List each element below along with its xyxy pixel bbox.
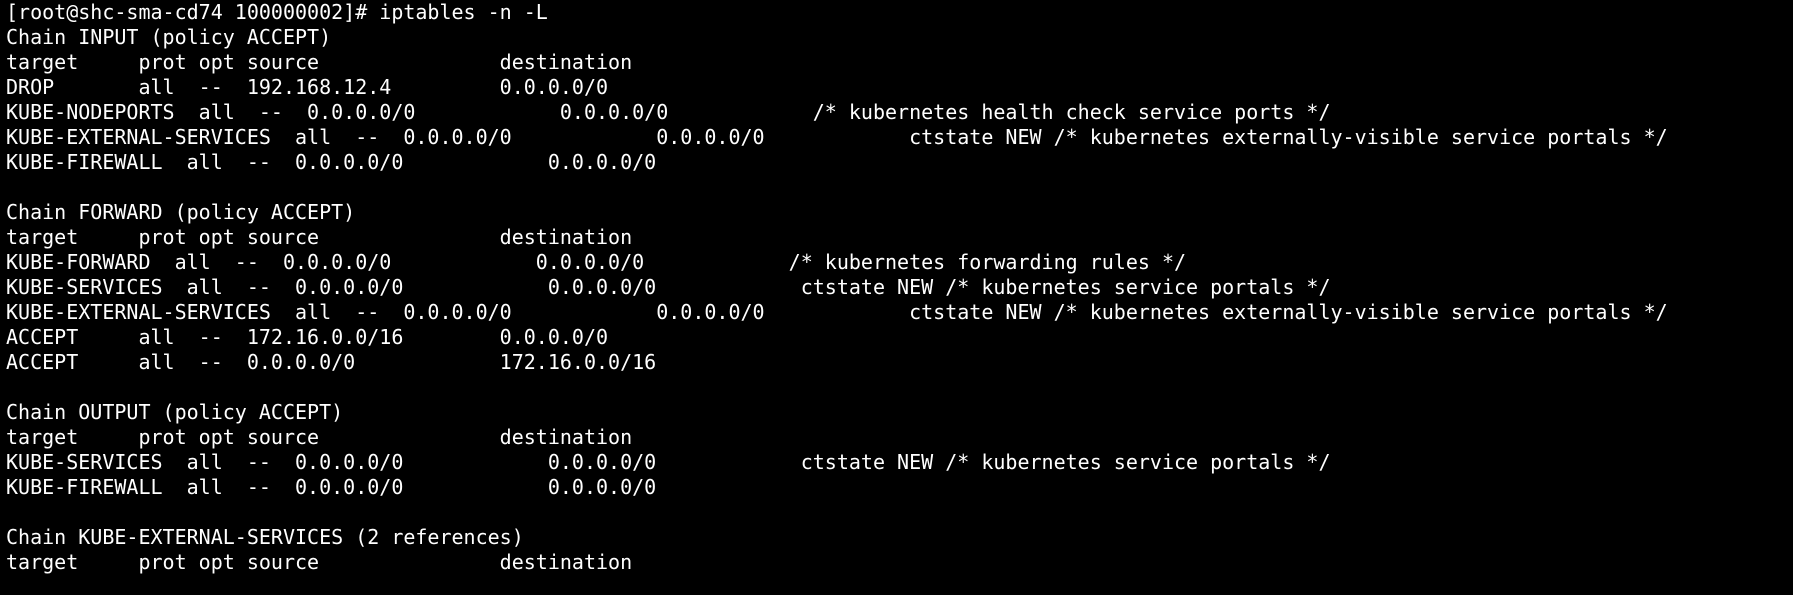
terminal-window[interactable]: [root@shc-sma-cd74 100000002]# iptables … bbox=[0, 0, 1793, 595]
rule-line: KUBE-FIREWALL all -- 0.0.0.0/0 0.0.0.0/0 bbox=[6, 150, 657, 174]
rule-line: KUBE-SERVICES all -- 0.0.0.0/0 0.0.0.0/0… bbox=[6, 275, 1331, 299]
column-header-line: target prot opt source destination bbox=[6, 50, 633, 74]
chain-forward-header: Chain FORWARD (policy ACCEPT) bbox=[6, 200, 356, 224]
rule-line: KUBE-SERVICES all -- 0.0.0.0/0 0.0.0.0/0… bbox=[6, 450, 1331, 474]
column-header-line: target prot opt source destination bbox=[6, 550, 633, 574]
rule-line: KUBE-FORWARD all -- 0.0.0.0/0 0.0.0.0/0 … bbox=[6, 250, 1187, 274]
rule-line: ACCEPT all -- 0.0.0.0/0 172.16.0.0/16 bbox=[6, 350, 657, 374]
chain-input-header: Chain INPUT (policy ACCEPT) bbox=[6, 25, 332, 49]
rule-line: KUBE-FIREWALL all -- 0.0.0.0/0 0.0.0.0/0 bbox=[6, 475, 657, 499]
column-header-line: target prot opt source destination bbox=[6, 425, 633, 449]
rule-line: DROP all -- 192.168.12.4 0.0.0.0/0 bbox=[6, 75, 609, 99]
rule-line: KUBE-NODEPORTS all -- 0.0.0.0/0 0.0.0.0/… bbox=[6, 100, 1331, 124]
chain-output-header: Chain OUTPUT (policy ACCEPT) bbox=[6, 400, 344, 424]
rule-line: KUBE-EXTERNAL-SERVICES all -- 0.0.0.0/0 … bbox=[6, 125, 1668, 149]
rule-line: KUBE-EXTERNAL-SERVICES all -- 0.0.0.0/0 … bbox=[6, 300, 1668, 324]
rule-line: ACCEPT all -- 172.16.0.0/16 0.0.0.0/0 bbox=[6, 325, 609, 349]
chain-kube-external-services-header: Chain KUBE-EXTERNAL-SERVICES (2 referenc… bbox=[6, 525, 524, 549]
column-header-line: target prot opt source destination bbox=[6, 225, 633, 249]
command-prompt-line: [root@shc-sma-cd74 100000002]# iptables … bbox=[6, 0, 548, 24]
